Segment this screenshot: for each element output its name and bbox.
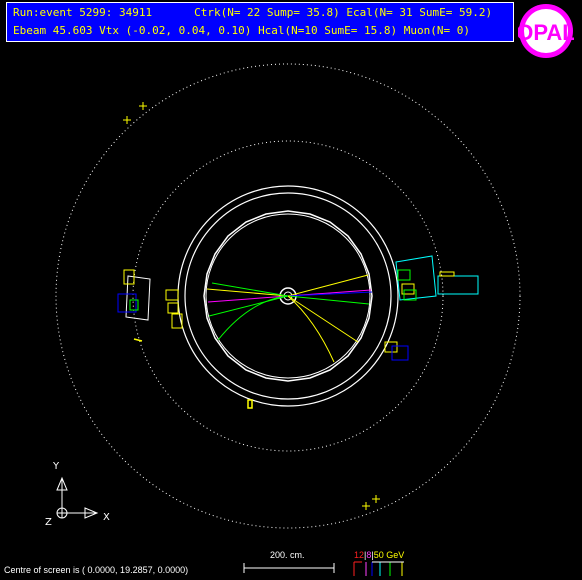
track [217, 295, 289, 341]
track [287, 295, 335, 363]
energy-legend-bars [353, 561, 404, 576]
coordinate-axes [56, 476, 99, 519]
legend-item-4: 50 GeV [373, 550, 405, 560]
scale-label: 200. cm. [270, 550, 305, 560]
axis-z-label: Z [45, 517, 52, 528]
track [206, 288, 289, 297]
energy-legend: 12|8|50 GeV [354, 550, 404, 560]
scale-bar [243, 563, 335, 573]
legend-item-0: 12 [354, 550, 365, 560]
track [211, 282, 289, 297]
track [287, 295, 359, 343]
muon-hits [123, 102, 380, 510]
centre-of-screen-text: Centre of screen is ( 0.0000, 19.2857, 0… [4, 565, 189, 575]
axis-y-label: Y [53, 461, 60, 472]
axis-x-label: X [103, 512, 110, 523]
left-calorimeter-hits [117, 269, 183, 342]
event-display [55, 63, 521, 576]
track [287, 295, 370, 305]
